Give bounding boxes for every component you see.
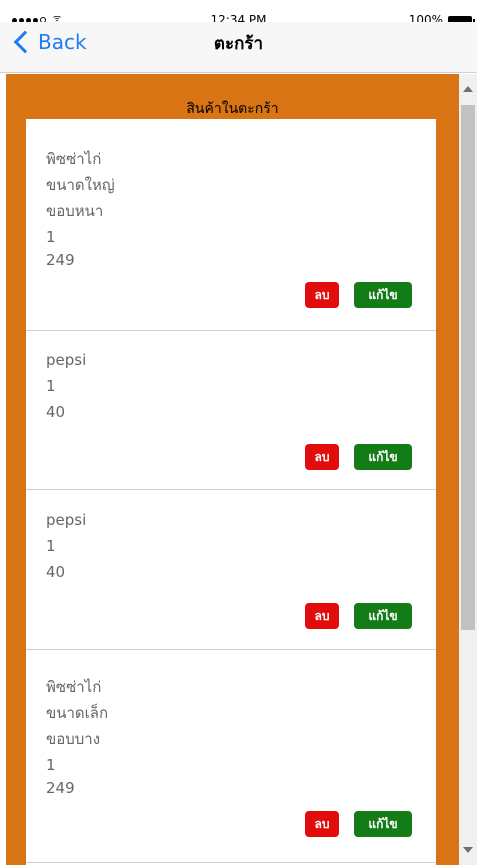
product-price: 249 (46, 779, 75, 797)
vertical-scrollbar[interactable] (459, 74, 477, 865)
page-title: ตะกร้า (213, 34, 264, 54)
navigation-bar: Back ตะกร้า (0, 22, 477, 73)
delete-button[interactable]: ลบ (305, 282, 339, 308)
edit-button[interactable]: แก้ไข (354, 811, 412, 837)
product-quantity: 1 (46, 537, 56, 555)
product-size: ขนาดเล็ก (46, 704, 109, 722)
product-quantity: 1 (46, 756, 56, 774)
product-name: pepsi (46, 511, 87, 529)
section-title: สินค้าในตะกร้า (186, 101, 279, 117)
delete-button[interactable]: ลบ (305, 811, 339, 837)
status-bar: ᯤ 12:34 PM 100% (0, 0, 477, 27)
product-price: 40 (46, 563, 66, 581)
product-price: 40 (46, 403, 66, 421)
product-name: พิซซ่าไก่ (46, 150, 102, 168)
product-quantity: 1 (46, 377, 56, 395)
arrow-down-icon[interactable] (463, 847, 473, 853)
arrow-up-icon[interactable] (463, 86, 473, 92)
edit-button[interactable]: แก้ไข (354, 282, 412, 308)
delete-button[interactable]: ลบ (305, 444, 339, 470)
product-name: พิซซ่าไก่ (46, 678, 102, 696)
product-quantity: 1 (46, 228, 56, 246)
product-price: 249 (46, 251, 75, 269)
cart-item: พิซซ่าไก่ ขนาดใหญ่ ขอบหนา 1 249 ลบ แก้ไข (26, 119, 436, 331)
cart-content: สินค้าในตะกร้า พิซซ่าไก่ ขนาดใหญ่ ขอบหนา… (6, 74, 459, 865)
cart-list: พิซซ่าไก่ ขนาดใหญ่ ขอบหนา 1 249 ลบ แก้ไข… (26, 119, 436, 865)
delete-button[interactable]: ลบ (305, 603, 339, 629)
product-crust: ขอบหนา (46, 202, 104, 220)
cart-item: pepsi 1 40 ลบ แก้ไข (26, 332, 436, 490)
cart-item: พิซซ่าไก่ ขนาดเล็ก ขอบบาง 1 249 ลบ แก้ไข (26, 652, 436, 863)
product-crust: ขอบบาง (46, 730, 101, 748)
cart-item: pepsi 1 40 ลบ แก้ไข (26, 492, 436, 650)
edit-button[interactable]: แก้ไข (354, 444, 412, 470)
product-name: pepsi (46, 351, 87, 369)
product-size: ขนาดใหญ่ (46, 176, 115, 194)
scrollbar-thumb[interactable] (461, 105, 475, 630)
edit-button[interactable]: แก้ไข (354, 603, 412, 629)
